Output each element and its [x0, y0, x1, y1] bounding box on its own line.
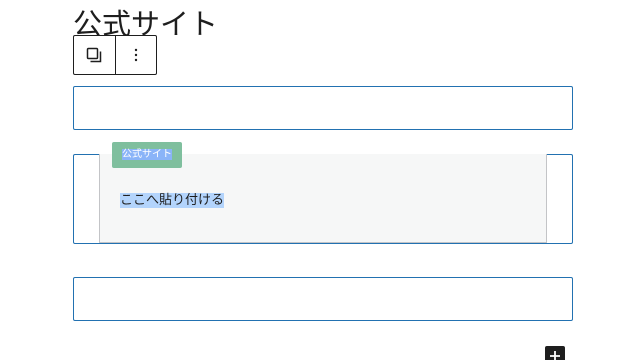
editor-canvas: 公式サイト 公式サイト ここへ貼り付ける	[0, 0, 640, 360]
empty-block-bottom[interactable]	[73, 277, 573, 321]
block-toolbar	[73, 35, 157, 75]
duplicate-button[interactable]	[74, 36, 115, 74]
paste-placeholder[interactable]: ここへ貼り付ける	[120, 192, 225, 209]
paste-placeholder-text: ここへ貼り付ける	[120, 193, 225, 208]
add-block-button[interactable]	[545, 346, 565, 360]
block-label-tag: 公式サイト	[112, 142, 182, 168]
plus-icon	[550, 351, 560, 360]
block-label-text: 公式サイト	[122, 149, 172, 160]
more-options-button[interactable]	[114, 36, 157, 74]
vertical-dots-icon	[134, 48, 137, 62]
empty-block-top[interactable]	[73, 86, 573, 130]
duplicate-icon	[87, 47, 102, 63]
